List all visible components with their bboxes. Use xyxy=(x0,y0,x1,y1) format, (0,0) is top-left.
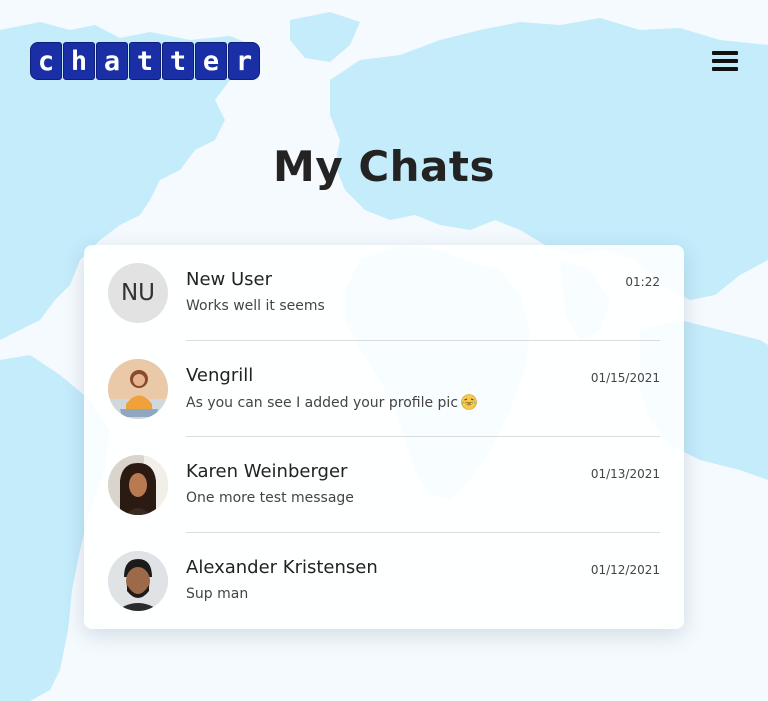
logo-letter: H xyxy=(63,42,95,80)
chat-timestamp: 01:22 xyxy=(625,275,660,289)
hamburger-menu-icon[interactable] xyxy=(712,51,738,75)
chat-contact-name: New User xyxy=(186,269,273,290)
logo-letter: C xyxy=(30,42,62,80)
avatar xyxy=(108,551,168,611)
chat-list-item[interactable]: Karen Weinberger One more test message 0… xyxy=(84,437,684,533)
avatar: NU xyxy=(108,263,168,323)
profile-photo-icon xyxy=(108,551,168,611)
chat-timestamp: 01/13/2021 xyxy=(590,467,660,481)
logo-letter: T xyxy=(129,42,161,80)
map-greenland xyxy=(290,12,360,62)
chat-list-item[interactable]: Alexander Kristensen Sup man 01/12/2021 xyxy=(84,533,684,629)
chatter-logo[interactable]: C H A T T E R xyxy=(30,42,260,80)
page-title: My Chats xyxy=(273,142,495,191)
avatar xyxy=(108,359,168,419)
profile-photo-icon xyxy=(108,359,168,419)
chat-last-message-text: As you can see I added your profile pic xyxy=(186,395,459,411)
menu-bar xyxy=(712,51,738,55)
menu-bar xyxy=(712,59,738,63)
logo-letter: R xyxy=(228,42,260,80)
chat-contact-name: Vengrill xyxy=(186,365,254,386)
chat-timestamp: 01/12/2021 xyxy=(590,563,660,577)
avatar-initials: NU xyxy=(120,280,156,306)
chat-contact-name: Alexander Kristensen xyxy=(186,557,378,578)
menu-bar xyxy=(712,67,738,71)
chat-list: NU New User Works well it seems 01:22 Ve… xyxy=(84,245,684,629)
laughing-emoji-icon xyxy=(461,394,477,410)
chat-contact-name: Karen Weinberger xyxy=(186,461,348,482)
logo-letter: E xyxy=(195,42,227,80)
chat-timestamp: 01/15/2021 xyxy=(590,371,660,385)
avatar xyxy=(108,455,168,515)
profile-photo-icon xyxy=(108,455,168,515)
chat-list-item[interactable]: NU New User Works well it seems 01:22 xyxy=(84,245,684,341)
chat-last-message: One more test message xyxy=(186,490,354,506)
chat-last-message: Sup man xyxy=(186,586,249,602)
chat-list-item[interactable]: Vengrill As you can see I added your pro… xyxy=(84,341,684,437)
logo-letter: A xyxy=(96,42,128,80)
chat-last-message: As you can see I added your profile pic xyxy=(186,394,477,411)
chat-last-message: Works well it seems xyxy=(186,298,325,314)
logo-letter: T xyxy=(162,42,194,80)
